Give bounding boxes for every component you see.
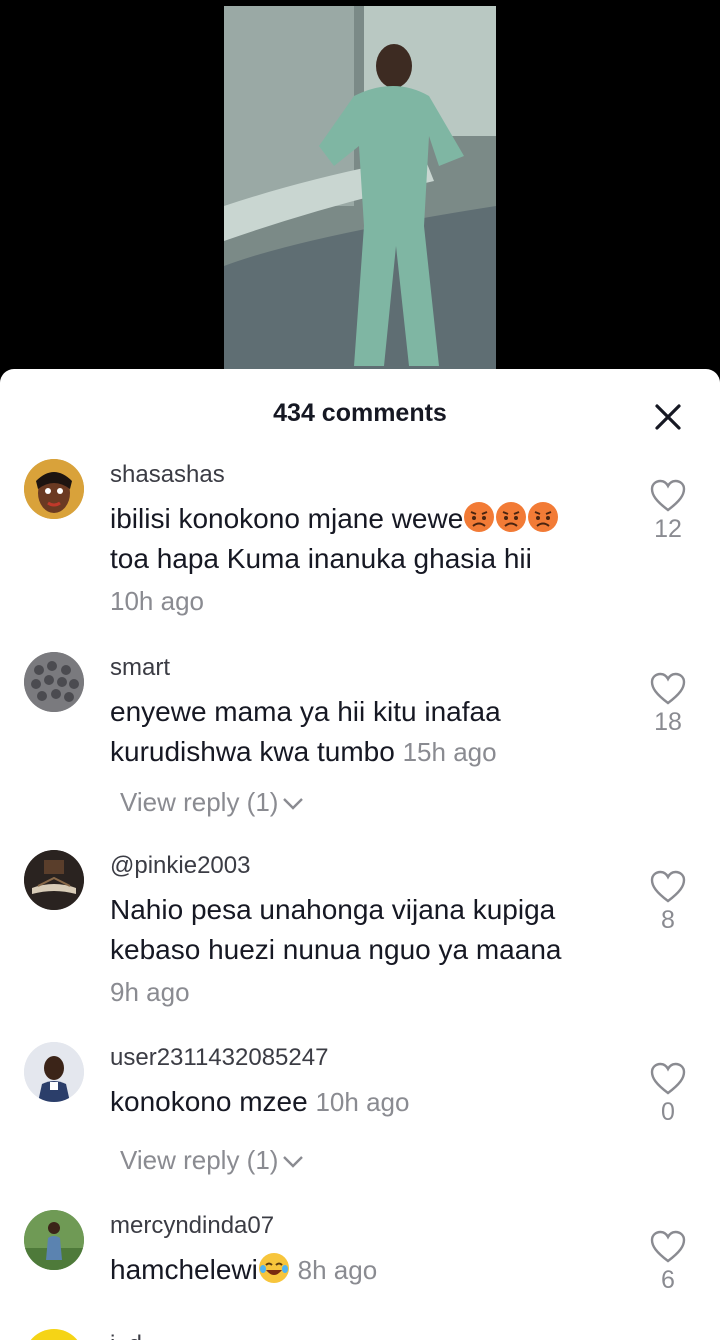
like-button[interactable]: 8 [648,870,688,935]
comment-text-line: Nahio pesa unahonga vijana kupiga [110,894,556,925]
like-count: 12 [654,515,682,543]
comment-text-line: kurudishwa kwa tumbo [110,736,395,767]
chevron-down-icon [283,798,304,810]
like-count: 0 [661,1098,675,1126]
view-reply-button[interactable]: View reply (1) [120,787,304,818]
comment-timestamp: 10h ago [315,1087,410,1117]
comment-text: hamchelewi 8h ago [110,1250,630,1290]
avatar[interactable] [24,1042,84,1102]
comment-username[interactable]: @pinkie2003 [110,852,250,880]
heart-icon [650,1230,686,1263]
heart-icon [650,870,686,903]
video-thumbnail[interactable] [224,6,496,376]
like-button[interactable]: 18 [648,672,688,737]
like-count: 18 [654,708,682,736]
angry-emoji-icon [528,502,559,532]
like-button[interactable]: 12 [648,479,688,544]
avatar[interactable] [24,459,84,519]
comment-text-line: ibilisi konokono mjane wewe [110,503,464,534]
like-count: 6 [661,1266,675,1294]
chevron-down-icon [283,1156,304,1168]
comment-text: Nahio pesa unahonga vijana kupiga kebaso… [110,890,630,970]
heart-icon [650,1062,686,1095]
comment-username[interactable]: smart [110,654,170,682]
comment-text-line: kebaso huezi nunua nguo ya maana [110,934,562,965]
comment-timestamp: 9h ago [110,977,190,1007]
comment-text: enyewe mama ya hii kitu inafaa kurudishw… [110,692,630,772]
heart-icon [650,479,686,512]
angry-emoji-icon [464,502,495,532]
video-area[interactable] [0,0,720,380]
comments-count-title: 434 comments [273,399,447,427]
view-reply-label: View reply (1) [120,787,279,817]
comment-username[interactable]: user2311432085247 [110,1044,328,1072]
view-reply-label: View reply (1) [120,1145,279,1175]
comment-text-line: toa hapa Kuma inanuka ghasia hii [110,543,532,574]
comment-timestamp: 8h ago [297,1255,378,1285]
comment-timestamp: 15h ago [402,737,497,767]
like-button[interactable]: 6 [648,1230,688,1295]
close-icon[interactable] [654,403,682,431]
like-count: 8 [661,906,675,934]
view-reply-button[interactable]: View reply (1) [120,1145,304,1176]
avatar[interactable] [24,1329,84,1340]
comments-sheet: 434 comments shasashas ibilisi konokono … [0,369,720,1340]
comment-username[interactable]: shasashas [110,461,225,489]
avatar[interactable] [24,652,84,712]
avatar[interactable] [24,1210,84,1270]
comment-text: ibilisi konokono mjane wewe toa hapa Kum… [110,499,630,579]
comment-timestamp: 10h ago [110,586,204,616]
comment-text-line: enyewe mama ya hii kitu inafaa [110,696,501,727]
like-button[interactable]: 0 [648,1062,688,1127]
angry-emoji-icon [496,502,527,532]
heart-icon [650,672,686,705]
comment-username[interactable]: i_d [110,1331,142,1340]
comment-username[interactable]: mercyndinda07 [110,1212,274,1240]
comment-text-line: hamchelewi [110,1254,258,1285]
comment-text-line: konokono mzee [110,1086,308,1117]
avatar[interactable] [24,850,84,910]
laughing-emoji-icon [258,1253,289,1283]
comment-text: konokono mzee 10h ago [110,1082,630,1122]
